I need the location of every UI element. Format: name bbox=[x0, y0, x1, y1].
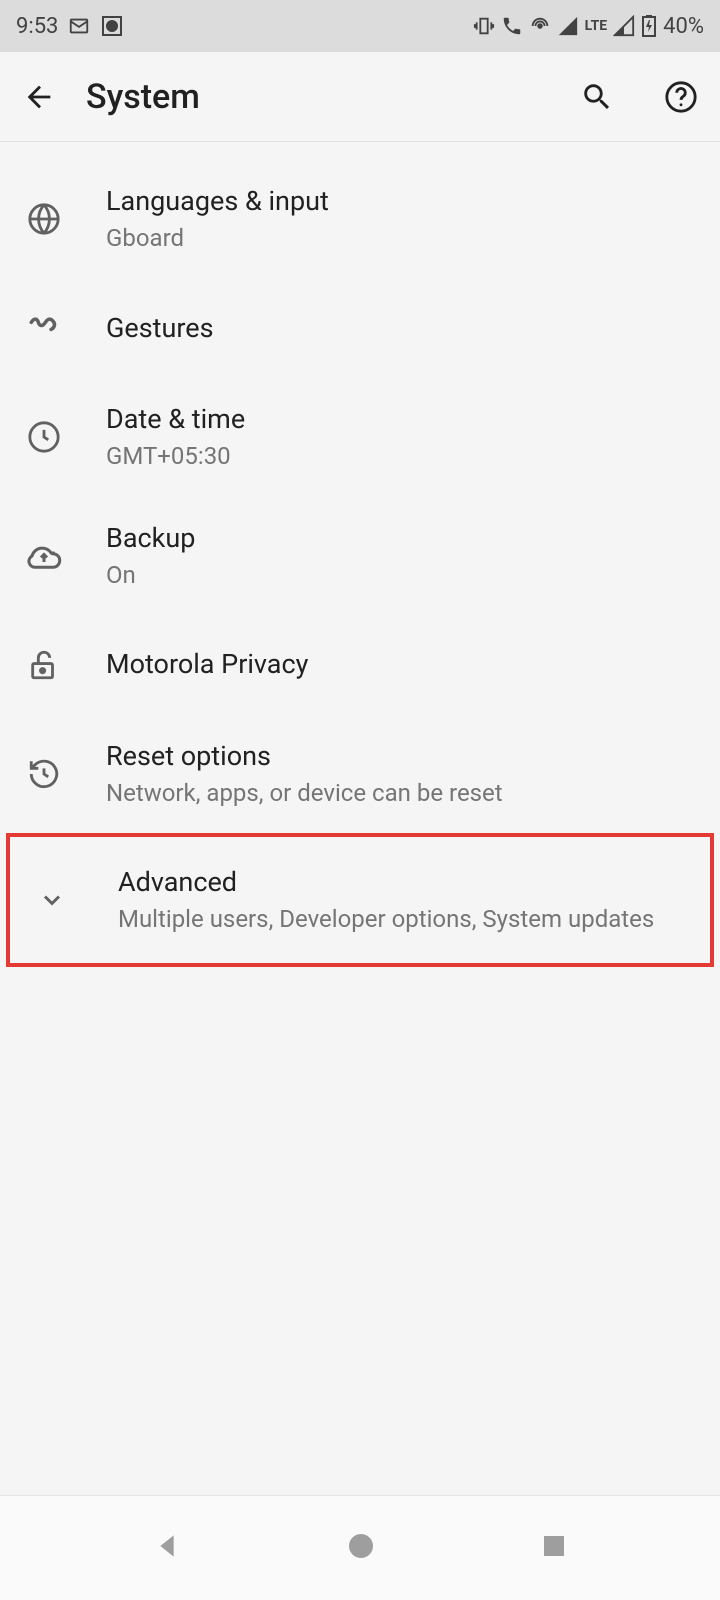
call-lte-icon bbox=[501, 15, 523, 37]
setting-date-time[interactable]: Date & time GMT+05:30 bbox=[0, 378, 720, 496]
setting-advanced[interactable]: Advanced Multiple users, Developer optio… bbox=[32, 865, 688, 935]
gmail-icon bbox=[68, 15, 90, 37]
setting-title: Languages & input bbox=[106, 184, 694, 219]
target-icon bbox=[100, 14, 124, 38]
search-button[interactable] bbox=[580, 80, 614, 114]
setting-title: Advanced bbox=[118, 865, 688, 900]
app-bar: System bbox=[0, 52, 720, 142]
nav-bar bbox=[0, 1495, 720, 1600]
setting-title: Date & time bbox=[106, 402, 694, 437]
setting-languages-input[interactable]: Languages & input Gboard bbox=[0, 160, 720, 278]
setting-subtitle: On bbox=[106, 560, 694, 591]
globe-icon bbox=[26, 201, 62, 237]
setting-title: Motorola Privacy bbox=[106, 647, 694, 682]
setting-title: Backup bbox=[106, 521, 694, 556]
clock-icon bbox=[26, 419, 62, 455]
battery-charging-icon bbox=[641, 14, 657, 38]
cloud-upload-icon bbox=[26, 538, 62, 574]
battery-percent: 40% bbox=[663, 14, 704, 39]
vibrate-icon bbox=[473, 15, 495, 37]
setting-subtitle: Network, apps, or device can be reset bbox=[106, 778, 694, 809]
status-bar: 9:53 LTE 40% bbox=[0, 0, 720, 52]
setting-backup[interactable]: Backup On bbox=[0, 497, 720, 615]
setting-title: Reset options bbox=[106, 739, 694, 774]
setting-subtitle: GMT+05:30 bbox=[106, 441, 694, 472]
unlock-icon bbox=[26, 647, 62, 683]
gesture-icon bbox=[26, 310, 62, 346]
setting-motorola-privacy[interactable]: Motorola Privacy bbox=[0, 615, 720, 715]
setting-title: Gestures bbox=[106, 311, 694, 346]
setting-gestures[interactable]: Gestures bbox=[0, 278, 720, 378]
nav-back-button[interactable] bbox=[151, 1530, 183, 1566]
settings-list: Languages & input Gboard Gestures Date &… bbox=[0, 142, 720, 967]
signal-2-icon bbox=[613, 15, 635, 37]
status-time: 9:53 bbox=[16, 14, 58, 39]
chevron-down-icon bbox=[34, 882, 70, 918]
setting-reset-options[interactable]: Reset options Network, apps, or device c… bbox=[0, 715, 720, 833]
status-right: LTE 40% bbox=[473, 14, 704, 39]
help-button[interactable] bbox=[664, 80, 698, 114]
nav-home-button[interactable] bbox=[345, 1530, 377, 1566]
page-title: System bbox=[86, 77, 550, 117]
setting-subtitle: Multiple users, Developer options, Syste… bbox=[118, 904, 688, 935]
setting-subtitle: Gboard bbox=[106, 223, 694, 254]
highlight-advanced: Advanced Multiple users, Developer optio… bbox=[6, 833, 714, 967]
back-button[interactable] bbox=[22, 80, 56, 114]
signal-1-icon bbox=[557, 15, 579, 37]
network-label: LTE bbox=[585, 18, 608, 34]
nav-recents-button[interactable] bbox=[539, 1531, 569, 1565]
restore-icon bbox=[26, 756, 62, 792]
hotspot-icon bbox=[529, 15, 551, 37]
status-left: 9:53 bbox=[16, 14, 124, 39]
